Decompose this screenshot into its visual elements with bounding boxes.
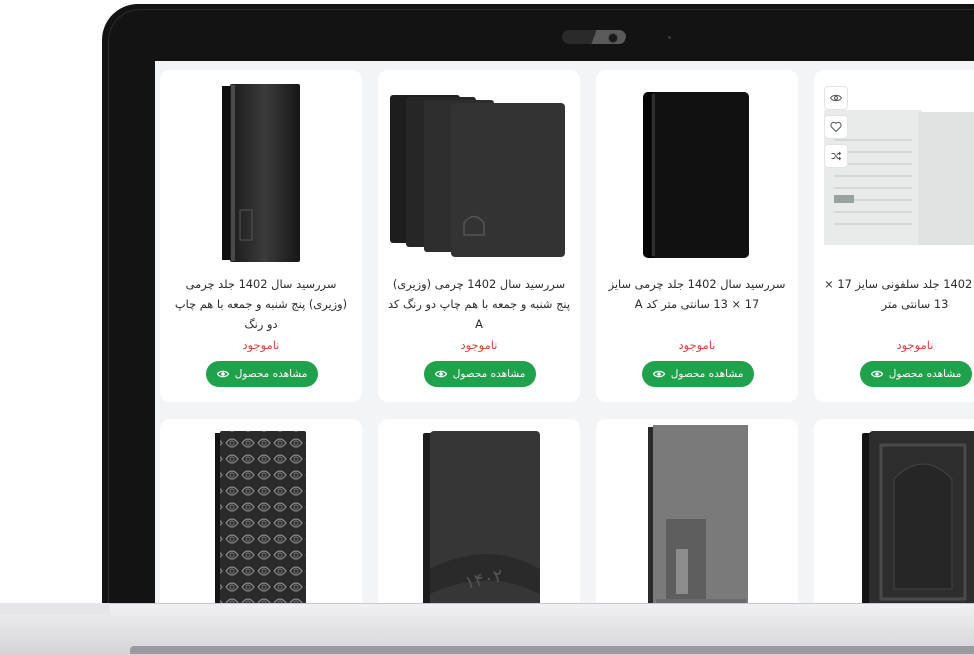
laptop-base-shadow: [130, 646, 974, 654]
view-product-label: مشاهده محصول: [234, 368, 308, 380]
wishlist-button[interactable]: [824, 115, 848, 139]
product-card[interactable]: [596, 419, 798, 606]
stock-status: ناموجود: [896, 338, 934, 352]
product-card[interactable]: ۱۴۰۲: [378, 419, 580, 606]
product-title[interactable]: د سال 1402 جلد سلفونی سایز 17 × 13 سانتی…: [822, 274, 974, 314]
product-image[interactable]: [378, 70, 580, 265]
webcam-icon: [608, 33, 618, 43]
stock-status: ناموجود: [242, 338, 280, 352]
view-product-button[interactable]: مشاهده محصول: [642, 361, 754, 387]
product-card[interactable]: سررسید سال 1402 جلد چرمی (وزیری) پنج شنب…: [160, 70, 362, 402]
view-product-button[interactable]: مشاهده محصول: [424, 361, 536, 387]
view-product-button[interactable]: مشاهده محصول: [860, 361, 972, 387]
product-title[interactable]: سررسید سال 1402 چرمی (وزیری) پنج شنبه و …: [386, 274, 572, 334]
product-image[interactable]: ۱۴۰۲: [378, 419, 580, 606]
eye-icon: [830, 94, 842, 102]
laptop-base-notch: [0, 603, 110, 615]
product-card[interactable]: د سال 1402 جلد سلفونی سایز 17 × 13 سانتی…: [814, 70, 974, 402]
product-image[interactable]: [596, 70, 798, 265]
eye-icon: [216, 370, 229, 378]
stock-status: ناموجود: [678, 338, 716, 352]
product-image[interactable]: [596, 419, 798, 606]
compare-button[interactable]: [824, 144, 848, 168]
eye-icon: [434, 370, 447, 378]
view-product-label: مشاهده محصول: [452, 368, 526, 380]
product-image[interactable]: [160, 419, 362, 606]
quick-actions: [824, 86, 848, 173]
view-product-label: مشاهده محصول: [670, 368, 744, 380]
heart-icon: [830, 121, 842, 133]
product-title[interactable]: سررسید سال 1402 جلد چرمی سایز 17 × 13 سا…: [604, 274, 790, 314]
eye-icon: [652, 370, 665, 378]
product-title[interactable]: سررسید سال 1402 جلد چرمی (وزیری) پنج شنب…: [168, 274, 354, 334]
view-product-button[interactable]: مشاهده محصول: [206, 361, 318, 387]
product-card[interactable]: [814, 419, 974, 606]
shuffle-icon: [831, 151, 842, 161]
quick-view-button[interactable]: [824, 86, 848, 110]
product-card[interactable]: [160, 419, 362, 606]
product-card[interactable]: سررسید سال 1402 جلد چرمی سایز 17 × 13 سا…: [596, 70, 798, 402]
eye-icon: [870, 370, 883, 378]
light-sensor: [668, 36, 671, 39]
laptop-screen: سررسید سال 1402 جلد چرمی (وزیری) پنج شنب…: [155, 61, 974, 606]
view-product-label: مشاهده محصول: [888, 368, 962, 380]
product-image[interactable]: [814, 419, 974, 606]
stock-status: ناموجود: [460, 338, 498, 352]
product-card[interactable]: سررسید سال 1402 چرمی (وزیری) پنج شنبه و …: [378, 70, 580, 402]
product-image[interactable]: [160, 70, 362, 265]
